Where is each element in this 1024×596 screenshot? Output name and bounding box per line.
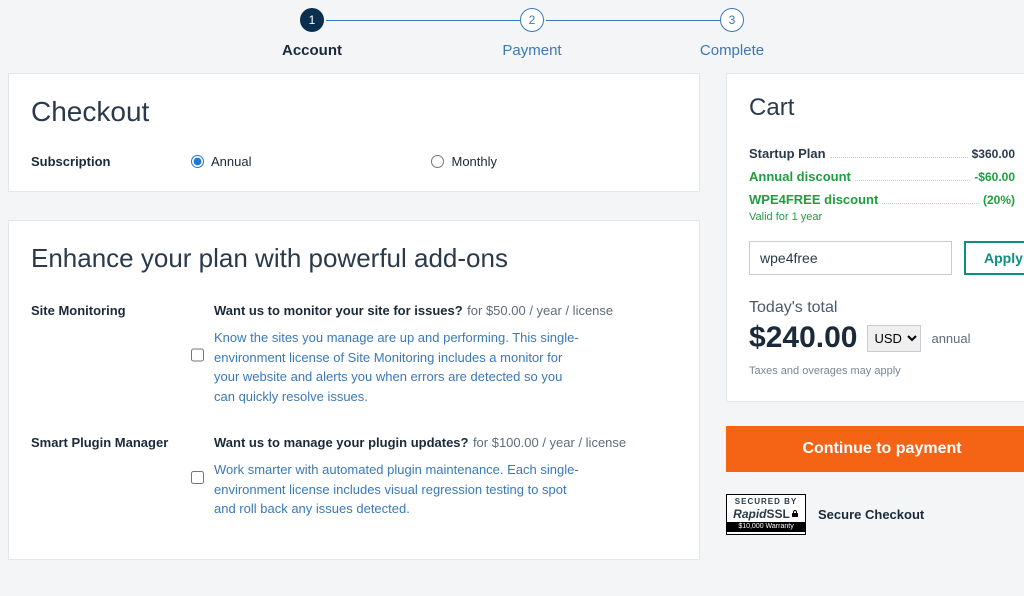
step-circle-3: 3 <box>720 8 744 32</box>
cart-line-annual-discount: Annual discount -$60.00 <box>749 169 1015 184</box>
coupon-valid-note: Valid for 1 year <box>749 211 1015 223</box>
radio-annual[interactable]: Annual <box>191 154 251 169</box>
cart-line-coupon-discount: WPE4FREE discount (20%) <box>749 192 1015 207</box>
addon-monitoring-desc: Know the sites you manage are up and per… <box>214 328 584 406</box>
enhance-card: Enhance your plan with powerful add-ons … <box>8 220 700 560</box>
addon-monitoring-checkbox[interactable] <box>191 304 204 406</box>
coupon-input[interactable] <box>749 241 952 275</box>
cart-line-plan: Startup Plan $360.00 <box>749 146 1015 161</box>
checkout-title: Checkout <box>31 96 677 128</box>
subscription-row: Subscription Annual Monthly <box>31 154 677 169</box>
step-circle-1: 1 <box>300 8 324 32</box>
cart-coupon-label: WPE4FREE discount <box>749 192 878 207</box>
continue-to-payment-button[interactable]: Continue to payment <box>726 426 1024 472</box>
cart-annual-label: Annual discount <box>749 169 851 184</box>
addon-plugin-manager: Smart Plugin Manager Want us to manage y… <box>31 434 677 519</box>
addon-monitoring-question: Want us to monitor your site for issues? <box>214 303 463 318</box>
addon-plugin-desc: Work smarter with automated plugin maint… <box>214 460 584 519</box>
addon-name-monitoring: Site Monitoring <box>31 302 191 406</box>
cart-plan-label: Startup Plan <box>749 146 826 161</box>
secure-row: SECURED BY RapidSSL $10,000 Warranty Sec… <box>726 494 1024 535</box>
total-row: $240.00 USD annual <box>749 321 1015 355</box>
tax-note: Taxes and overages may apply <box>749 365 1015 377</box>
secure-checkout-label: Secure Checkout <box>818 507 924 522</box>
currency-select[interactable]: USD <box>867 325 921 352</box>
step-label-account: Account <box>202 42 422 59</box>
addon-name-plugin: Smart Plugin Manager <box>31 434 191 519</box>
cart-coupon-value: (20%) <box>983 193 1015 207</box>
cart-annual-value: -$60.00 <box>974 170 1015 184</box>
subscription-label: Subscription <box>31 154 191 169</box>
step-complete[interactable]: 3 Complete <box>642 8 822 59</box>
addon-site-monitoring: Site Monitoring Want us to monitor your … <box>31 302 677 406</box>
radio-monthly-input[interactable] <box>431 155 444 168</box>
lock-icon <box>791 507 799 521</box>
step-circle-2: 2 <box>520 8 544 32</box>
cart-plan-value: $360.00 <box>972 147 1015 161</box>
step-label-complete: Complete <box>642 42 822 59</box>
rapidssl-badge: SECURED BY RapidSSL $10,000 Warranty <box>726 494 806 535</box>
cart-card: Cart Startup Plan $360.00 Annual discoun… <box>726 73 1024 402</box>
addon-monitoring-price: for $50.00 / year / license <box>467 303 613 318</box>
enhance-title: Enhance your plan with powerful add-ons <box>31 243 677 274</box>
cart-title: Cart <box>749 94 1015 122</box>
step-label-payment: Payment <box>422 42 642 59</box>
coupon-row: Apply <box>749 241 1015 275</box>
apply-button[interactable]: Apply <box>964 241 1024 275</box>
radio-monthly[interactable]: Monthly <box>431 154 497 169</box>
radio-annual-label: Annual <box>211 154 251 169</box>
checkout-steps: 1 Account 2 Payment 3 Complete <box>0 0 1024 59</box>
radio-monthly-label: Monthly <box>451 154 497 169</box>
addon-plugin-checkbox[interactable] <box>191 436 204 519</box>
checkout-card: Checkout Subscription Annual Monthly <box>8 73 700 192</box>
step-account[interactable]: 1 Account <box>202 8 422 59</box>
addon-plugin-question: Want us to manage your plugin updates? <box>214 435 468 450</box>
radio-annual-input[interactable] <box>191 155 204 168</box>
addon-plugin-price: for $100.00 / year / license <box>473 435 626 450</box>
total-label: Today's total <box>749 299 1015 317</box>
total-amount: $240.00 <box>749 321 857 355</box>
step-payment[interactable]: 2 Payment <box>422 8 642 59</box>
billing-period: annual <box>931 331 970 346</box>
